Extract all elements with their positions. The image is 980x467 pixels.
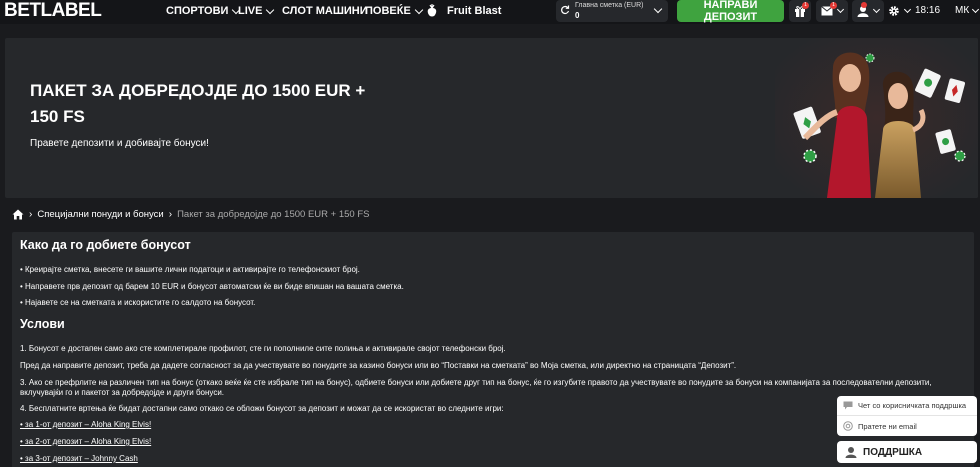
terms-paragraph: Пред да направите депозит, треба да даде… xyxy=(20,361,737,370)
nav-live[interactable]: LIVE xyxy=(238,5,275,17)
how-step: • Креирајте сметка, внесете ги вашите ли… xyxy=(20,265,360,274)
nav-more-label: ПОВЕЌЕ xyxy=(365,5,411,17)
game-link[interactable]: • за 2-от депозит – Aloha King Elvis! xyxy=(20,437,151,447)
terms-paragraph: 3. Ако се префрлите на различен тип на б… xyxy=(20,378,932,397)
game-link[interactable]: • за 3-от депозит – Johnny Cash xyxy=(20,454,138,464)
nav-more[interactable]: ПОВЕЌЕ xyxy=(365,5,424,17)
balance-selector[interactable]: Главна сметка (EUR) 0 xyxy=(556,0,668,22)
support-agent-icon xyxy=(845,447,857,458)
nav-slots[interactable]: СЛОТ МАШИНИ xyxy=(282,5,368,17)
chat-support-option[interactable]: Чет со корисничката поддршка xyxy=(843,401,966,410)
how-step: • Направете прв депозит од барем 10 EUR … xyxy=(20,282,404,291)
gear-icon xyxy=(889,6,899,16)
account-alert-dot xyxy=(861,2,867,8)
support-button-label: ПОДДРШКА xyxy=(863,446,923,458)
strawberry-icon xyxy=(427,4,437,17)
gifts-count-badge: 1 xyxy=(802,2,809,9)
support-options-popup: Чет со корисничката поддршка Пратете ни … xyxy=(837,396,977,436)
chevron-down-icon xyxy=(653,4,663,14)
how-step: • Најавете се на сметката и искористите … xyxy=(20,298,256,307)
language-code: МК xyxy=(955,5,970,16)
email-support-label: Пратете ни email xyxy=(858,421,917,431)
balance-label: Главна сметка (EUR) xyxy=(575,2,644,9)
home-icon[interactable] xyxy=(12,209,24,220)
nav-fruit-blast[interactable]: Fruit Blast xyxy=(447,5,501,17)
refresh-icon[interactable] xyxy=(560,5,570,15)
top-navigation-bar: BETLABEL СПОРТОВИ LIVE СЛОТ МАШИНИ ПОВЕЌ… xyxy=(0,0,980,24)
breadcrumb-special-offers[interactable]: Специјални понуди и бонуси xyxy=(37,209,163,220)
fruit-blast-label: Fruit Blast xyxy=(447,5,502,17)
breadcrumb-current: Пакет за добредојде до 1500 EUR + 150 FS xyxy=(177,208,370,220)
nav-slots-label: СЛОТ МАШИНИ xyxy=(282,5,368,17)
make-deposit-button[interactable]: НАПРАВИ ДЕПОЗИТ xyxy=(677,0,784,23)
messages-button[interactable]: 1 xyxy=(816,0,848,22)
breadcrumb: › Специјални понуди и бонуси › Пакет за … xyxy=(12,207,369,221)
how-to-get-bonus-heading: Како да го добиете бонусот xyxy=(20,238,191,252)
chevron-down-icon xyxy=(972,5,980,13)
nav-sports[interactable]: СПОРТОВИ xyxy=(166,5,241,17)
chevron-down-icon xyxy=(836,5,845,14)
betlabel-logo[interactable]: BETLABEL xyxy=(4,0,102,22)
chevron-down-icon xyxy=(414,5,424,14)
nav-sports-label: СПОРТОВИ xyxy=(166,5,229,17)
promo-subtitle: Правете депозити и добивајте бонуси! xyxy=(30,138,209,149)
nav-live-label: LIVE xyxy=(238,5,263,17)
balance-value: 0 xyxy=(575,11,580,20)
terms-paragraph: 1. Бонусот е достапен само ако сте компл… xyxy=(20,344,506,353)
chevron-down-icon xyxy=(266,5,275,14)
terms-heading: Услови xyxy=(20,317,65,331)
promo-banner: ПАКЕТ ЗА ДОБРЕДОЈДЕ ДО 1500 EUR + 150 FS… xyxy=(5,38,978,198)
support-button[interactable]: ПОДДРШКА xyxy=(837,441,977,463)
chevron-down-icon xyxy=(872,5,881,14)
clock: 18:16 xyxy=(915,5,941,16)
at-sign-icon xyxy=(843,421,853,431)
chat-support-label: Чет со корисничката поддршка xyxy=(858,401,967,410)
settings-button[interactable] xyxy=(886,0,912,22)
chevron-right-icon: › xyxy=(29,208,33,220)
messages-count-badge: 1 xyxy=(830,2,837,9)
terms-paragraph: 4. Бесплатните вртења ќе бидат достапни … xyxy=(20,404,504,413)
promo-title: ПАКЕТ ЗА ДОБРЕДОЈДЕ ДО 1500 EUR + 150 FS xyxy=(30,81,366,126)
game-link[interactable]: • за 1-от депозит – Aloha King Elvis! xyxy=(20,420,151,430)
account-button[interactable] xyxy=(852,0,884,22)
casino-hostesses-illustration xyxy=(775,38,978,198)
promo-terms-panel: Како да го добиете бонусот • Креирајте с… xyxy=(12,232,974,467)
chevron-down-icon xyxy=(903,5,912,14)
chevron-right-icon: › xyxy=(168,208,173,220)
chat-icon xyxy=(843,401,853,410)
divider xyxy=(837,415,977,416)
email-support-option[interactable]: Пратете ни email xyxy=(843,421,917,431)
gifts-button[interactable]: 1 xyxy=(789,0,811,22)
language-selector[interactable]: МК xyxy=(955,5,980,16)
